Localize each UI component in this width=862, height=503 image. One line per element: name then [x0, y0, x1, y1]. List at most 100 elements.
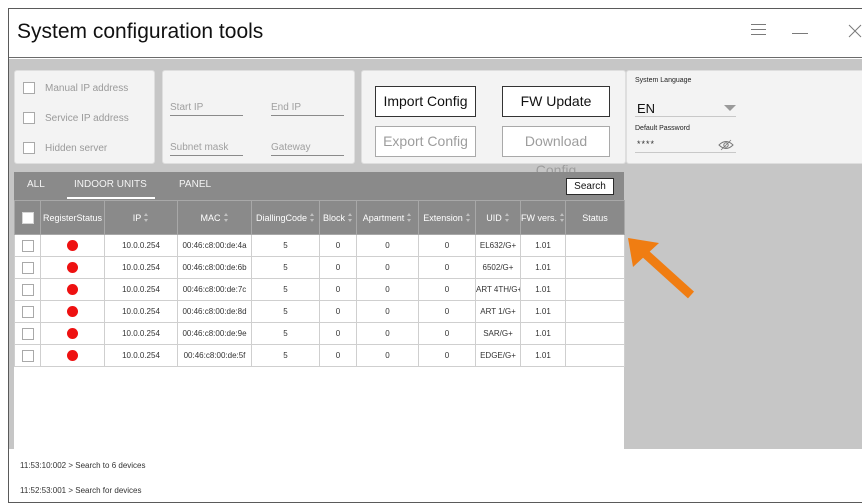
hamburger-icon[interactable]	[751, 23, 767, 39]
subnet-mask-field[interactable]: Subnet mask	[170, 142, 243, 156]
table-row[interactable]: 10.0.0.254 00:46:c8:00:de:4a 5 0 0 0 EL6…	[14, 234, 625, 257]
select-all-cell[interactable]	[14, 200, 41, 235]
table-row[interactable]: 10.0.0.254 00:46:c8:00:de:6b 5 0 0 0 650…	[14, 256, 625, 279]
column-label: Apartment	[362, 212, 405, 223]
extension-cell: 0	[418, 256, 476, 279]
settings-panel: System Language EN Default Password ****	[626, 70, 862, 164]
language-select[interactable]: EN	[635, 99, 736, 117]
mac-cell: 00:46:c8:00:de:7c	[177, 278, 252, 301]
minimize-icon[interactable]	[792, 23, 808, 39]
row-checkbox[interactable]	[21, 261, 34, 274]
uid-cell: 6502/G+	[475, 256, 521, 279]
column-label: FW vers.	[521, 212, 558, 223]
row-checkbox[interactable]	[21, 283, 34, 296]
row-checkbox[interactable]	[21, 239, 34, 252]
tab-panel[interactable]: PANEL	[179, 179, 211, 190]
table-row[interactable]: 10.0.0.254 00:46:c8:00:de:5f 5 0 0 0 EDG…	[14, 344, 625, 367]
column-label: RegisterStatus	[42, 212, 103, 223]
register-status-cell	[40, 322, 105, 345]
ip-cell: 10.0.0.254	[104, 278, 178, 301]
select-all-checkbox[interactable]	[21, 211, 34, 224]
password-field[interactable]: ****	[635, 137, 736, 153]
device-table: RegisterStatus IP MAC DiallingCode Block…	[14, 200, 625, 367]
row-select-cell[interactable]	[14, 300, 41, 323]
search-button[interactable]: Search	[566, 178, 614, 195]
title-bar: System configuration tools	[9, 9, 862, 58]
log-line: 11:53:10:002 > Search to 6 devices	[20, 461, 146, 470]
end-ip-field[interactable]: End IP	[271, 102, 344, 116]
hidden-server-option[interactable]: Hidden server	[23, 141, 107, 155]
column-header[interactable]: Status	[565, 200, 625, 235]
extension-cell: 0	[418, 234, 476, 257]
service-ip-checkbox[interactable]	[23, 112, 35, 124]
column-header[interactable]: IP	[104, 200, 178, 235]
hidden-server-checkbox[interactable]	[23, 142, 35, 154]
column-header[interactable]: Extension	[418, 200, 476, 235]
status-cell	[565, 322, 625, 345]
table-row[interactable]: 10.0.0.254 00:46:c8:00:de:9e 5 0 0 0 SAR…	[14, 322, 625, 345]
table-row[interactable]: 10.0.0.254 00:46:c8:00:de:8d 5 0 0 0 ART…	[14, 300, 625, 323]
status-cell	[565, 234, 625, 257]
row-checkbox[interactable]	[21, 349, 34, 362]
apartment-cell: 0	[356, 344, 419, 367]
register-status-cell	[40, 278, 105, 301]
extension-cell: 0	[418, 322, 476, 345]
options-panel: Manual IP address Service IP address Hid…	[14, 70, 155, 164]
ip-cell: 10.0.0.254	[104, 234, 178, 257]
apartment-cell: 0	[356, 300, 419, 323]
manual-ip-option[interactable]: Manual IP address	[23, 81, 128, 95]
column-label: DiallingCode	[255, 212, 308, 223]
mac-cell: 00:46:c8:00:de:8d	[177, 300, 252, 323]
column-label: UID	[486, 212, 502, 223]
dialling-code-cell: 5	[251, 234, 320, 257]
tab-all[interactable]: ALL	[27, 179, 45, 190]
uid-cell: ART 1/G+	[475, 300, 521, 323]
export-config-button[interactable]: Export Config	[375, 126, 476, 157]
column-header[interactable]: MAC	[177, 200, 252, 235]
dialling-code-cell: 5	[251, 322, 320, 345]
column-header[interactable]: RegisterStatus	[40, 200, 105, 235]
start-ip-field[interactable]: Start IP	[170, 102, 243, 116]
manual-ip-checkbox[interactable]	[23, 82, 35, 94]
fw-update-button[interactable]: FW Update	[502, 86, 610, 117]
status-dot-icon	[67, 240, 78, 251]
mac-cell: 00:46:c8:00:de:5f	[177, 344, 252, 367]
import-config-button[interactable]: Import Config	[375, 86, 476, 117]
row-select-cell[interactable]	[14, 278, 41, 301]
column-label: IP	[132, 212, 142, 223]
sort-icon	[310, 213, 315, 222]
column-header[interactable]: DiallingCode	[251, 200, 320, 235]
column-header[interactable]: FW vers.	[520, 200, 566, 235]
column-header[interactable]: UID	[475, 200, 521, 235]
service-ip-option[interactable]: Service IP address	[23, 111, 129, 125]
dialling-code-cell: 5	[251, 256, 320, 279]
status-dot-icon	[67, 350, 78, 361]
row-select-cell[interactable]	[14, 322, 41, 345]
dialling-code-cell: 5	[251, 344, 320, 367]
register-status-cell	[40, 344, 105, 367]
dialling-code-cell: 5	[251, 300, 320, 323]
tab-indoor-units[interactable]: INDOOR UNITS	[74, 179, 147, 190]
chevron-down-icon	[724, 105, 736, 111]
column-label: Block	[322, 212, 345, 223]
table-row[interactable]: 10.0.0.254 00:46:c8:00:de:7c 5 0 0 0 ART…	[14, 278, 625, 301]
device-tabs: ALL INDOOR UNITS PANEL Search	[14, 172, 624, 200]
row-select-cell[interactable]	[14, 234, 41, 257]
close-icon[interactable]	[847, 23, 862, 39]
download-config-button[interactable]: Download Config	[502, 126, 610, 178]
log-panel: 11:53:10:002 > Search to 6 devices 11:52…	[9, 449, 862, 502]
row-select-cell[interactable]	[14, 344, 41, 367]
password-value: ****	[637, 139, 656, 149]
block-cell: 0	[319, 300, 357, 323]
row-checkbox[interactable]	[21, 327, 34, 340]
gateway-field[interactable]: Gateway	[271, 142, 344, 156]
ip-cell: 10.0.0.254	[104, 344, 178, 367]
register-status-cell	[40, 300, 105, 323]
sort-icon	[407, 213, 412, 222]
column-header[interactable]: Apartment	[356, 200, 419, 235]
row-checkbox[interactable]	[21, 305, 34, 318]
main-area: Manual IP address Service IP address Hid…	[9, 59, 862, 453]
eye-icon[interactable]	[718, 138, 734, 156]
row-select-cell[interactable]	[14, 256, 41, 279]
column-header[interactable]: Block	[319, 200, 357, 235]
